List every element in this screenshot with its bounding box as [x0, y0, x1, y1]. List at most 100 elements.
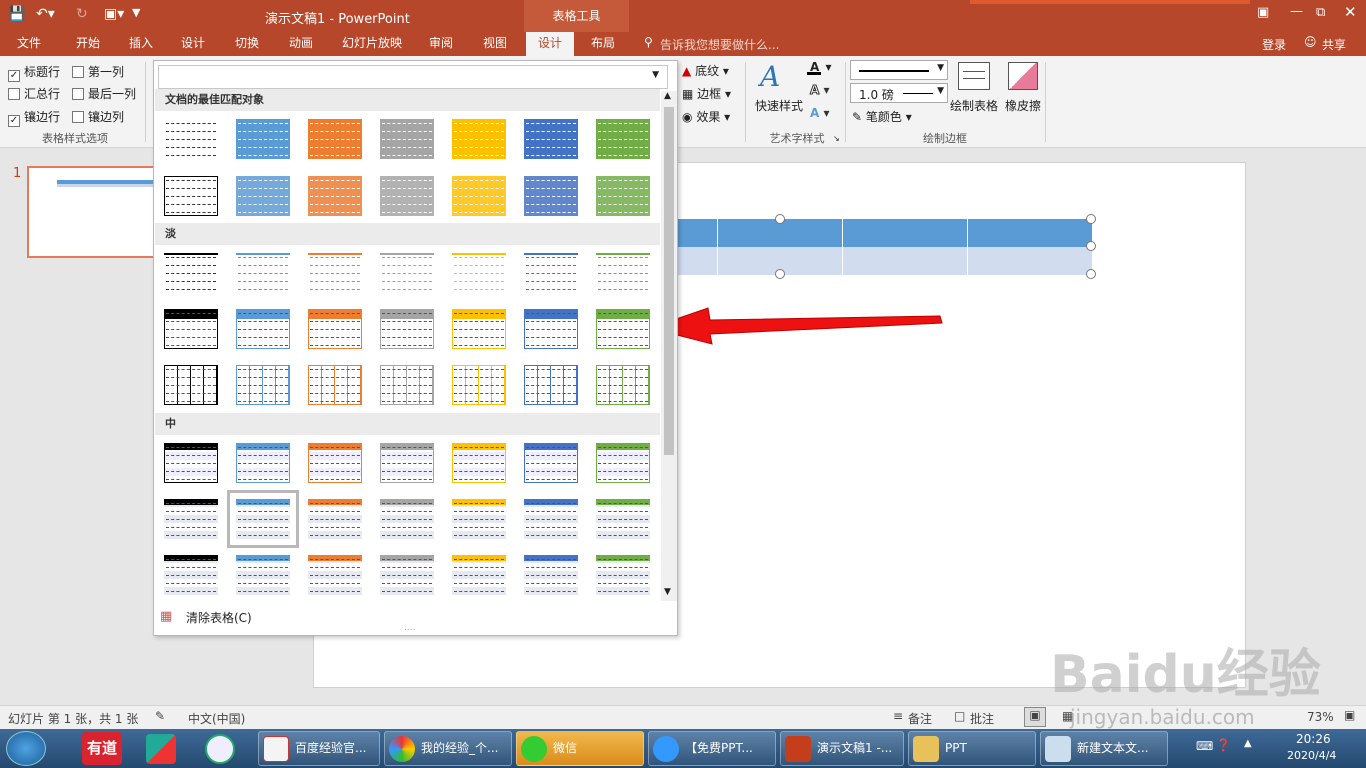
- close-icon[interactable]: ✕: [1344, 3, 1357, 21]
- table-style-swatch[interactable]: [306, 307, 364, 351]
- slide-thumbnail[interactable]: [27, 166, 161, 258]
- table-style-swatch[interactable]: [306, 363, 364, 407]
- dialog-launcher-icon[interactable]: ↘: [833, 134, 840, 143]
- table-style-swatch[interactable]: [234, 553, 292, 597]
- draw-table-button[interactable]: 绘制表格: [950, 97, 998, 114]
- presenter-icon[interactable]: ▣▾: [104, 6, 124, 22]
- normal-view-icon[interactable]: ▣: [1024, 707, 1046, 727]
- taskbar-item[interactable]: 我的经验_个...: [384, 731, 512, 766]
- scrollbar-thumb[interactable]: [664, 107, 674, 455]
- table-style-swatch[interactable]: [378, 497, 436, 541]
- table-style-swatch[interactable]: [522, 441, 580, 485]
- taskbar-item[interactable]: 微信: [516, 731, 644, 766]
- scroll-up-icon[interactable]: ▲: [664, 91, 671, 101]
- tab-review[interactable]: 审阅: [418, 32, 464, 56]
- table-style-swatch[interactable]: [162, 363, 220, 407]
- shading-button[interactable]: ▲ 底纹 ▾: [682, 62, 729, 79]
- quick-styles-button[interactable]: 快速样式: [755, 97, 803, 114]
- option-banded-columns[interactable]: 镶边列: [72, 108, 124, 125]
- comments-button[interactable]: 批注: [970, 710, 994, 727]
- spellcheck-icon[interactable]: ✎: [155, 709, 165, 723]
- table-style-swatch[interactable]: [162, 174, 220, 218]
- table-style-swatch[interactable]: [450, 307, 508, 351]
- table-style-swatch[interactable]: [306, 251, 364, 295]
- table-style-swatch[interactable]: [450, 441, 508, 485]
- app-icon[interactable]: [146, 734, 176, 764]
- tell-me-box[interactable]: 告诉我您想要做什么...: [660, 36, 779, 53]
- tab-layout[interactable]: 布局: [580, 32, 626, 56]
- table-style-swatch[interactable]: [378, 441, 436, 485]
- taskbar-item[interactable]: 百度经验官...: [258, 731, 380, 766]
- option-banded-rows[interactable]: ✓ 镶边行: [8, 108, 60, 127]
- table-style-swatch[interactable]: [378, 363, 436, 407]
- table-style-swatch[interactable]: [522, 307, 580, 351]
- table-style-swatch[interactable]: [594, 497, 652, 541]
- table-style-swatch[interactable]: [522, 174, 580, 218]
- table-style-swatch[interactable]: [227, 490, 299, 548]
- table-style-swatch[interactable]: [234, 307, 292, 351]
- table-style-swatch[interactable]: [450, 251, 508, 295]
- text-effects-icon[interactable]: A ▾: [810, 106, 830, 120]
- eraser-icon[interactable]: [1008, 62, 1038, 90]
- customize-qat-icon[interactable]: ▼: [132, 6, 140, 19]
- table-style-swatch[interactable]: [306, 497, 364, 541]
- table-style-swatch[interactable]: [594, 441, 652, 485]
- tab-animations[interactable]: 动画: [278, 32, 324, 56]
- table-style-swatch[interactable]: [378, 307, 436, 351]
- table-style-swatch[interactable]: [306, 174, 364, 218]
- table-style-swatch[interactable]: [234, 117, 292, 161]
- table-style-swatch[interactable]: [450, 174, 508, 218]
- table-style-swatch[interactable]: [594, 251, 652, 295]
- table-style-swatch[interactable]: [306, 117, 364, 161]
- resize-handle[interactable]: [1086, 241, 1096, 251]
- table-style-swatch[interactable]: [162, 251, 220, 295]
- draw-table-icon[interactable]: [958, 62, 990, 90]
- resize-handle[interactable]: [775, 269, 785, 279]
- taskbar-item[interactable]: PPT: [908, 731, 1036, 766]
- keyboard-icon[interactable]: ⌨: [1196, 739, 1213, 753]
- table-style-swatch[interactable]: [306, 441, 364, 485]
- table-style-swatch[interactable]: [594, 307, 652, 351]
- table-style-swatch[interactable]: [378, 251, 436, 295]
- scroll-down-icon[interactable]: ▼: [664, 587, 671, 597]
- pen-style-dropdown[interactable]: ▼: [850, 60, 948, 80]
- resize-handle[interactable]: [1086, 269, 1096, 279]
- text-outline-icon[interactable]: A ▾: [810, 83, 830, 98]
- tab-home[interactable]: 开始: [64, 32, 112, 56]
- border-button[interactable]: ▦ 边框 ▾: [682, 85, 731, 102]
- pen-weight-dropdown[interactable]: 1.0 磅 ▼: [850, 83, 948, 103]
- gallery-filter-dropdown[interactable]: ▼: [158, 65, 668, 89]
- option-last-column[interactable]: 最后一列: [72, 85, 136, 102]
- option-header-row[interactable]: ✓ 标题行: [8, 63, 60, 82]
- app-icon[interactable]: [205, 734, 235, 764]
- taskbar-item[interactable]: 新建文本文...: [1040, 731, 1168, 766]
- table-style-swatch[interactable]: [594, 174, 652, 218]
- table-style-swatch[interactable]: [162, 553, 220, 597]
- start-button-icon[interactable]: [6, 731, 46, 766]
- tab-insert[interactable]: 插入: [118, 32, 164, 56]
- table-style-swatch[interactable]: [522, 117, 580, 161]
- youdao-icon[interactable]: 有道: [82, 732, 122, 765]
- ribbon-display-icon[interactable]: ▣: [1257, 5, 1269, 20]
- table-style-swatch[interactable]: [162, 497, 220, 541]
- save-icon[interactable]: 💾: [8, 6, 25, 22]
- help-icon[interactable]: ❓: [1216, 738, 1231, 752]
- table-style-swatch[interactable]: [234, 251, 292, 295]
- table-style-swatch[interactable]: [594, 117, 652, 161]
- table-style-swatch[interactable]: [594, 553, 652, 597]
- table-style-swatch[interactable]: [234, 174, 292, 218]
- option-first-column[interactable]: 第一列: [72, 63, 124, 80]
- table-style-swatch[interactable]: [450, 117, 508, 161]
- language-indicator[interactable]: 中文(中国): [188, 710, 245, 727]
- table-style-swatch[interactable]: [234, 363, 292, 407]
- resize-handle[interactable]: [775, 214, 785, 224]
- tab-transitions[interactable]: 切换: [224, 32, 270, 56]
- table-style-swatch[interactable]: [522, 251, 580, 295]
- table-style-swatch[interactable]: [522, 553, 580, 597]
- quick-styles-icon[interactable]: A: [760, 60, 780, 93]
- table-style-swatch[interactable]: [450, 497, 508, 541]
- tab-view[interactable]: 视图: [472, 32, 518, 56]
- table-style-swatch[interactable]: [450, 363, 508, 407]
- resize-grip-icon[interactable]: ....: [404, 623, 415, 633]
- table-style-swatch[interactable]: [378, 174, 436, 218]
